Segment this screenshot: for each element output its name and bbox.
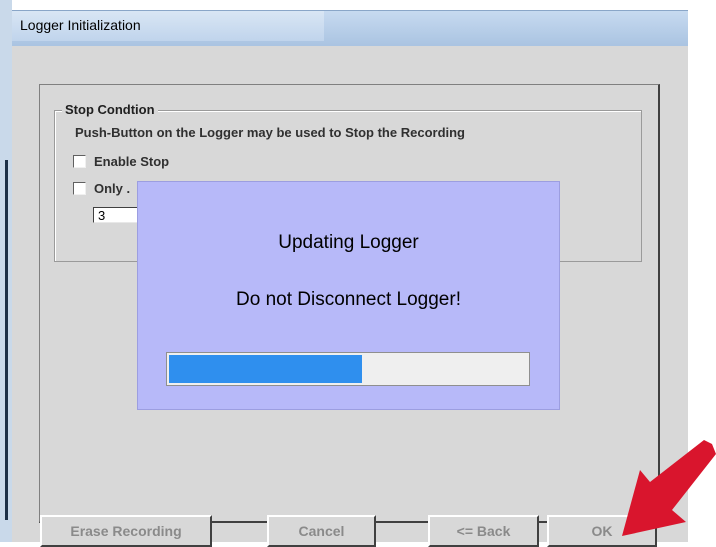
erase-recording-button[interactable]: Erase Recording xyxy=(40,515,212,547)
back-button[interactable]: <= Back xyxy=(428,515,539,547)
progress-fill xyxy=(169,355,362,383)
title-bar[interactable]: Logger Initialization xyxy=(12,10,688,47)
enable-stop-checkbox[interactable] xyxy=(73,154,86,168)
only-checkbox[interactable] xyxy=(73,181,86,195)
updating-logger-dialog: Updating Logger Do not Disconnect Logger… xyxy=(137,181,560,410)
enable-stop-option[interactable]: Enable Stop xyxy=(73,153,169,169)
only-label: Only . xyxy=(94,180,131,196)
background-window-edge xyxy=(0,0,12,542)
logger-window: Logger Initialization Stop Condtion Push… xyxy=(0,0,716,547)
enable-stop-label: Enable Stop xyxy=(94,153,170,169)
window-title: Logger Initialization xyxy=(20,17,141,33)
stop-condition-description: Push-Button on the Logger may be used to… xyxy=(75,125,465,140)
stop-condition-legend: Stop Condtion xyxy=(62,102,158,117)
only-option[interactable]: Only . xyxy=(73,180,130,196)
cancel-button[interactable]: Cancel xyxy=(267,515,376,547)
progress-bar xyxy=(166,352,530,386)
modal-message: Do not Disconnect Logger! xyxy=(236,289,461,310)
modal-title: Updating Logger xyxy=(278,232,419,253)
red-arrow-icon xyxy=(622,440,716,536)
